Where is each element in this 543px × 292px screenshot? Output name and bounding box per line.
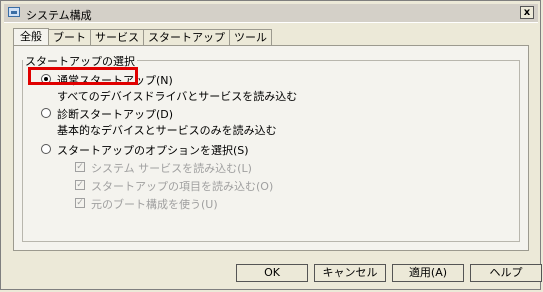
load-startup-items-label: スタートアップの項目を読み込む(O) bbox=[91, 180, 274, 193]
tab-services[interactable]: サービス bbox=[90, 29, 144, 45]
selective-startup-radio[interactable] bbox=[41, 144, 51, 154]
tab-startup[interactable]: スタートアップ bbox=[143, 29, 230, 45]
diagnostic-startup-label[interactable]: 診断スタートアップ(D) bbox=[57, 106, 173, 122]
window-app-icon bbox=[8, 7, 20, 17]
load-system-services-label: システム サービスを読み込む(L) bbox=[91, 162, 252, 175]
tab-boot[interactable]: ブート bbox=[48, 29, 91, 45]
apply-button[interactable]: 適用(A) bbox=[392, 264, 464, 282]
load-startup-items-checkbox[interactable]: ✓ bbox=[75, 180, 85, 190]
startup-selection-group: スタートアップの選択 通常スタートアップ(N) すべてのデバイスドライバとサービ… bbox=[22, 53, 520, 242]
cancel-button[interactable]: キャンセル bbox=[314, 264, 386, 282]
selective-startup-label[interactable]: スタートアップのオプションを選択(S) bbox=[57, 142, 249, 158]
diagnostic-startup-description: 基本的なデバイスとサービスのみを読み込む bbox=[57, 124, 277, 137]
window-title: システム構成 bbox=[26, 9, 92, 22]
close-button[interactable]: x bbox=[520, 6, 534, 19]
normal-startup-description: すべてのデバイスドライバとサービスを読み込む bbox=[57, 90, 298, 103]
highlight-box bbox=[28, 67, 138, 85]
use-original-boot-config-checkbox[interactable]: ✓ bbox=[75, 198, 85, 208]
tab-bar: 全般 ブート サービス スタートアップ ツール bbox=[13, 28, 272, 46]
system-config-window: システム構成 x 全般 ブート サービス スタートアップ ツール スタートアップ… bbox=[0, 0, 542, 290]
load-system-services-checkbox[interactable]: ✓ bbox=[75, 162, 85, 172]
help-button[interactable]: ヘルプ bbox=[470, 264, 542, 282]
diagnostic-startup-radio[interactable] bbox=[41, 108, 51, 118]
ok-button[interactable]: OK bbox=[236, 264, 308, 282]
tab-general[interactable]: 全般 bbox=[13, 28, 49, 46]
tab-tools[interactable]: ツール bbox=[229, 29, 272, 45]
use-original-boot-config-label: 元のブート構成を使う(U) bbox=[91, 198, 218, 211]
title-bar: システム構成 x bbox=[4, 4, 538, 23]
